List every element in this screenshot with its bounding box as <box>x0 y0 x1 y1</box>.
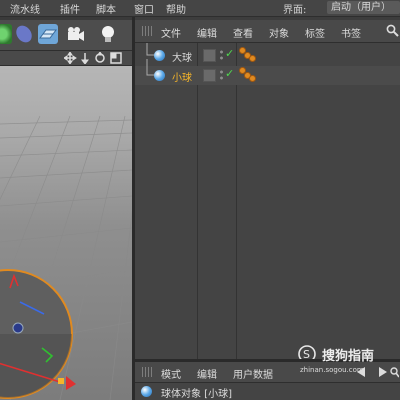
object-list <box>135 43 400 359</box>
layer-box-icon[interactable] <box>203 69 216 82</box>
viewport-nav-icons[interactable] <box>64 52 128 64</box>
column-separator <box>197 43 198 359</box>
menu-window[interactable]: 窗口 <box>134 1 154 16</box>
attr-menu-userdata[interactable]: 用户数据 <box>233 366 273 381</box>
obj-menu-bookmarks[interactable]: 书签 <box>341 25 361 40</box>
tree-line-icon <box>146 59 154 76</box>
attribute-title-bar: 球体对象 [小球] <box>135 383 400 400</box>
main-menubar: 流水线 插件 脚本 窗口 帮助 界面: 启动（用户） <box>0 0 400 17</box>
object-name[interactable]: 大球 <box>172 49 192 64</box>
3d-viewport[interactable] <box>0 66 132 400</box>
sphere-icon <box>154 70 165 81</box>
x-axis-handle[interactable] <box>66 376 76 390</box>
obj-menu-file[interactable]: 文件 <box>161 25 181 40</box>
sphere-icon <box>154 50 165 61</box>
grip-icon[interactable] <box>142 367 154 377</box>
deformer-icon[interactable] <box>14 24 34 44</box>
object-row-big-sphere[interactable]: 大球 ✓ <box>135 43 400 65</box>
layout-label: 界面: <box>283 5 307 16</box>
attribute-title: 球体对象 [小球] <box>161 389 232 400</box>
light-icon[interactable] <box>98 24 118 44</box>
visibility-dots-icon[interactable] <box>219 49 224 61</box>
visibility-dots-icon[interactable] <box>219 69 224 81</box>
viewport-navigation-bar <box>0 51 132 66</box>
obj-menu-view[interactable]: 查看 <box>233 25 253 40</box>
attr-menu-mode[interactable]: 模式 <box>161 366 181 381</box>
sphere-icon <box>141 386 152 397</box>
enabled-check-icon[interactable]: ✓ <box>225 47 234 60</box>
tag-icon[interactable] <box>239 67 257 84</box>
tag-icon[interactable] <box>239 47 257 64</box>
viewport-toolbar <box>0 20 132 51</box>
menu-pipeline[interactable]: 流水线 <box>10 1 40 16</box>
attr-menu-edit[interactable]: 编辑 <box>197 366 217 381</box>
layout-dropdown[interactable]: 启动（用户） <box>327 1 400 14</box>
camera-icon[interactable] <box>66 24 86 44</box>
floor-icon[interactable] <box>38 24 58 44</box>
menu-plugins[interactable]: 插件 <box>60 1 80 16</box>
search-icon[interactable] <box>386 24 399 37</box>
object-manager-menubar: 文件 编辑 查看 对象 标签 书签 <box>135 20 400 43</box>
green-tool-icon[interactable] <box>0 24 12 44</box>
column-separator <box>236 43 237 359</box>
watermark-brand: 搜狗指南 <box>322 349 375 364</box>
menu-help[interactable]: 帮助 <box>166 1 186 16</box>
object-row-small-sphere[interactable]: 小球 ✓ <box>135 59 400 85</box>
obj-menu-object[interactable]: 对象 <box>269 25 289 40</box>
viewport-scene <box>0 115 132 400</box>
layer-box-icon[interactable] <box>203 49 216 62</box>
axis-point-handle[interactable] <box>58 378 64 384</box>
obj-menu-edit[interactable]: 编辑 <box>197 25 217 40</box>
menu-script[interactable]: 脚本 <box>96 1 116 16</box>
enabled-check-icon[interactable]: ✓ <box>225 67 234 80</box>
axis-center-icon <box>12 322 24 334</box>
obj-menu-tags[interactable]: 标签 <box>305 25 325 40</box>
grip-icon[interactable] <box>142 26 154 36</box>
object-name-selected[interactable]: 小球 <box>172 69 192 84</box>
watermark-url: zhinan.sogou.com <box>300 366 364 374</box>
